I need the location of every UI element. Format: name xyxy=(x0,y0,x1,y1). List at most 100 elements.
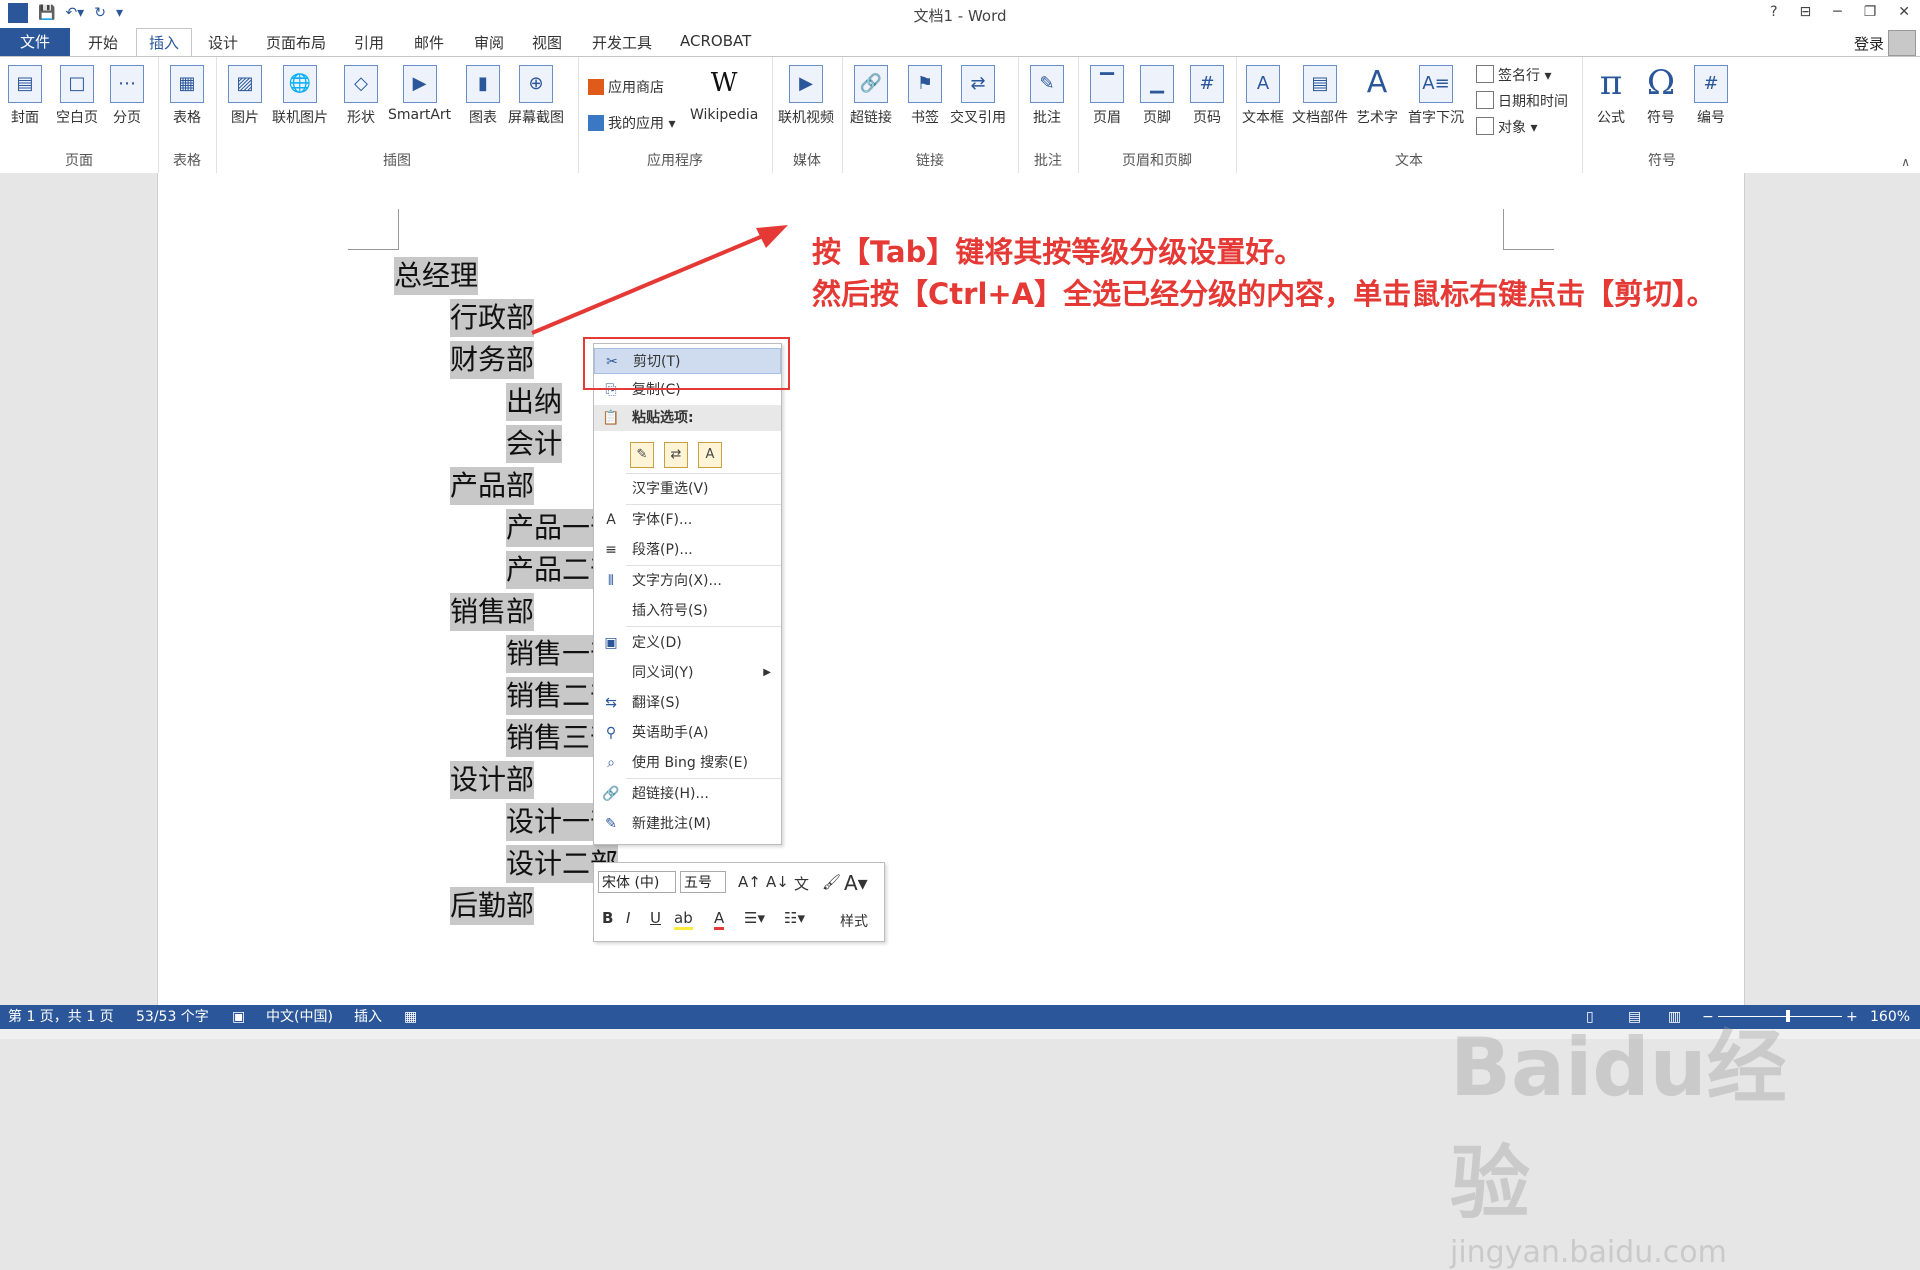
grow-font-icon[interactable]: A↑ xyxy=(738,873,761,891)
zoom-level[interactable]: 160% xyxy=(1870,1005,1910,1029)
zoom-in-icon[interactable]: + xyxy=(1846,1005,1858,1029)
bold-icon[interactable]: B xyxy=(602,909,613,927)
bookmark-button[interactable]: ⚑ 书签 xyxy=(908,65,942,127)
header-button[interactable]: ▔ 页眉 xyxy=(1090,65,1124,127)
hyperlink-button[interactable]: 🔗 超链接 xyxy=(850,65,892,127)
tab-acrobat[interactable]: ACROBAT xyxy=(680,32,751,50)
menu-item-define[interactable]: ▣ 定义(D) xyxy=(594,630,781,656)
collapse-ribbon-icon[interactable]: ∧ xyxy=(1901,155,1910,169)
tab-review[interactable]: 审阅 xyxy=(474,32,504,53)
cover-page-icon: ▤ xyxy=(8,65,42,103)
hyperlink-icon: 🔗 xyxy=(602,786,620,802)
page-break-icon: ⋯ xyxy=(110,65,144,103)
paste-merge-formatting-icon[interactable]: ⇄ xyxy=(664,442,688,468)
calendar-icon xyxy=(1476,91,1494,109)
italic-icon[interactable]: I xyxy=(626,909,630,927)
styles-icon[interactable]: A▾ xyxy=(844,871,868,895)
proofing-icon[interactable]: ▣ xyxy=(232,1005,245,1029)
font-name-box[interactable]: 宋体 (中) xyxy=(598,871,676,893)
menu-item-font[interactable]: A 字体(F)... xyxy=(594,507,781,533)
comment-button[interactable]: ✎ 批注 xyxy=(1030,65,1064,127)
symbol-button[interactable]: Ω 符号 xyxy=(1644,65,1678,127)
tab-layout[interactable]: 页面布局 xyxy=(266,32,326,53)
picture-button[interactable]: ▨ 图片 xyxy=(228,65,262,127)
cross-reference-button[interactable]: ⇄ 交叉引用 xyxy=(950,65,1006,127)
styles-label[interactable]: 样式 xyxy=(840,911,868,931)
page-count[interactable]: 第 1 页，共 1 页 xyxy=(8,1005,114,1029)
wordart-icon: A xyxy=(1360,65,1394,103)
bullets-icon[interactable]: ☰▾ xyxy=(744,909,765,927)
number-button[interactable]: # 编号 xyxy=(1694,65,1728,127)
tab-references[interactable]: 引用 xyxy=(354,32,384,53)
menu-item-hyperlink[interactable]: 🔗 超链接(H)... xyxy=(594,781,781,807)
online-video-button[interactable]: ▶ 联机视频 xyxy=(778,65,834,127)
screenshot-button[interactable]: ⊕ 屏幕截图 xyxy=(508,65,564,127)
minimize-button[interactable]: ─ xyxy=(1833,4,1841,20)
date-time-button[interactable]: 日期和时间 xyxy=(1476,91,1568,111)
screenshot-icon: ⊕ xyxy=(519,65,553,103)
tab-developer[interactable]: 开发工具 xyxy=(592,32,652,53)
my-apps-button[interactable]: 我的应用 ▾ xyxy=(588,113,675,133)
number-icon: # xyxy=(1694,65,1728,103)
paste-text-only-icon[interactable]: A xyxy=(698,442,722,468)
textbox-button[interactable]: A 文本框 xyxy=(1242,65,1284,127)
tab-design[interactable]: 设计 xyxy=(208,32,238,53)
page-break-button[interactable]: ⋯ 分页 xyxy=(110,65,144,127)
menu-item-hanzi-reselect[interactable]: 汉字重选(V) xyxy=(594,476,781,502)
menu-item-bing-search[interactable]: ⌕ 使用 Bing 搜索(E) xyxy=(594,750,781,776)
menu-item-new-comment[interactable]: ✎ 新建批注(M) xyxy=(594,811,781,837)
watermark-brand: Baidu经验 xyxy=(1450,1021,1787,1230)
numbering-icon[interactable]: ☷▾ xyxy=(784,909,805,927)
smartart-button[interactable]: ▶ SmartArt xyxy=(388,65,451,123)
chart-button[interactable]: ▮ 图表 xyxy=(466,65,500,127)
quick-parts-button[interactable]: ▤ 文档部件 xyxy=(1292,65,1348,127)
insert-mode[interactable]: 插入 xyxy=(354,1005,382,1029)
help-button[interactable]: ? xyxy=(1770,4,1777,20)
page-number-button[interactable]: # 页码 xyxy=(1190,65,1224,127)
menu-item-paragraph[interactable]: ≡ 段落(P)... xyxy=(594,537,781,563)
table-button[interactable]: ▦ 表格 xyxy=(170,65,204,127)
font-size-box[interactable]: 五号 xyxy=(680,871,726,893)
signature-line-button[interactable]: 签名行 ▾ xyxy=(1476,65,1551,85)
font-color-icon[interactable]: A xyxy=(714,909,725,930)
window-controls: ? ⊟ ─ ❐ ✕ xyxy=(1770,4,1910,20)
format-painter-icon[interactable]: 🖌 xyxy=(822,873,841,891)
shrink-font-icon[interactable]: A↓ xyxy=(766,873,789,891)
tab-file[interactable]: 文件 xyxy=(0,28,70,56)
tab-view[interactable]: 视图 xyxy=(532,32,562,53)
menu-paste-options-header: 📋 粘贴选项: xyxy=(594,405,781,431)
footer-button[interactable]: ▁ 页脚 xyxy=(1140,65,1174,127)
menu-separator xyxy=(626,504,781,505)
maximize-button[interactable]: ❐ xyxy=(1864,4,1877,20)
menu-item-insert-symbol[interactable]: 插入符号(S) xyxy=(594,598,781,624)
avatar[interactable] xyxy=(1888,30,1916,56)
cover-page-button[interactable]: ▤ 封面 xyxy=(8,65,42,127)
equation-button[interactable]: π 公式 xyxy=(1594,65,1628,127)
tab-insert[interactable]: 插入 xyxy=(136,28,192,59)
menu-item-text-direction[interactable]: ⫴ 文字方向(X)... xyxy=(594,568,781,594)
menu-item-english-assistant[interactable]: ⚲ 英语助手(A) xyxy=(594,720,781,746)
app-store-button[interactable]: 应用商店 xyxy=(588,77,664,97)
word-count[interactable]: 53/53 个字 xyxy=(136,1005,209,1029)
shapes-button[interactable]: ◇ 形状 xyxy=(344,65,378,127)
online-picture-button[interactable]: 🌐 联机图片 xyxy=(272,65,328,127)
underline-icon[interactable]: U xyxy=(650,909,661,927)
group-media: ▶ 联机视频 媒体 xyxy=(772,57,843,173)
blank-page-button[interactable]: □ 空白页 xyxy=(56,65,98,127)
ribbon-display-button[interactable]: ⊟ xyxy=(1800,4,1812,20)
macro-icon[interactable]: ▦ xyxy=(404,1005,417,1029)
highlight-icon[interactable]: ab xyxy=(674,909,693,930)
wordart-button[interactable]: A 艺术字 xyxy=(1356,65,1398,127)
login-link[interactable]: 登录 xyxy=(1854,33,1884,54)
menu-item-synonyms[interactable]: 同义词(Y) ▶ xyxy=(594,660,781,686)
object-button[interactable]: 对象 ▾ xyxy=(1476,117,1537,137)
menu-item-translate[interactable]: ⇆ 翻译(S) xyxy=(594,690,781,716)
drop-cap-button[interactable]: A≡ 首字下沉 xyxy=(1408,65,1464,127)
paste-keep-formatting-icon[interactable]: ✎ xyxy=(630,442,654,468)
phonetic-guide-icon[interactable]: 文 xyxy=(794,873,809,894)
wikipedia-button[interactable]: W Wikipedia xyxy=(690,65,758,123)
tab-mailings[interactable]: 邮件 xyxy=(414,32,444,53)
tab-home[interactable]: 开始 xyxy=(88,32,118,53)
language-indicator[interactable]: 中文(中国) xyxy=(266,1005,333,1029)
close-button[interactable]: ✕ xyxy=(1898,4,1910,20)
